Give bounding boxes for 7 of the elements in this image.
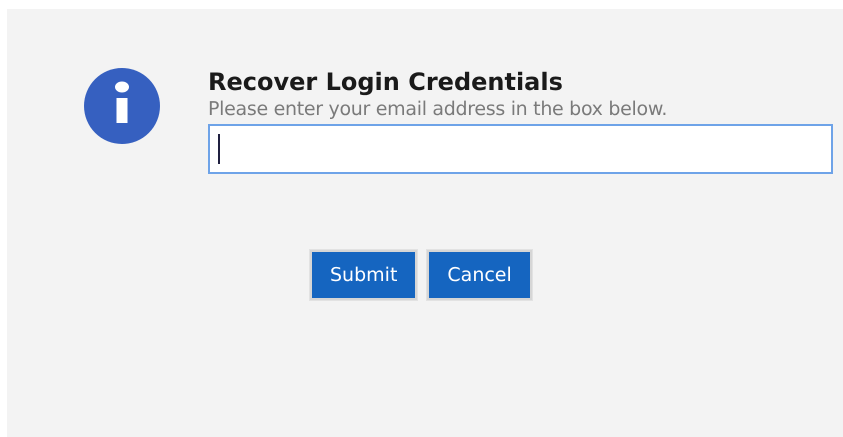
email-input-field[interactable] bbox=[208, 124, 833, 174]
submit-button[interactable]: Submit bbox=[310, 250, 418, 300]
dialog-title: Recover Login Credentials bbox=[208, 67, 564, 97]
cancel-button[interactable]: Cancel bbox=[427, 250, 532, 300]
instruction-text: Please enter your email address in the box below. bbox=[208, 97, 668, 121]
info-icon bbox=[83, 68, 161, 144]
text-cursor bbox=[218, 134, 220, 164]
